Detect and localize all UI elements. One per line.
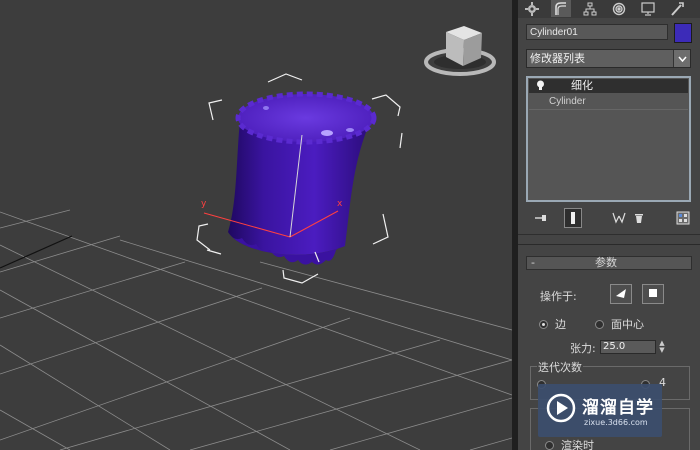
stack-toolbar (528, 208, 694, 228)
stack-item-label: 细化 (571, 79, 593, 92)
show-end-result-icon[interactable] (564, 208, 582, 228)
stack-item-label: Cylinder (549, 96, 586, 107)
object-color-swatch[interactable] (674, 23, 692, 43)
axis-y-label: y (201, 199, 207, 209)
create-icon[interactable] (522, 0, 542, 17)
radio-edge[interactable] (539, 320, 548, 329)
watermark: 溜溜自学 zixue.3d66.com (538, 384, 662, 437)
perspective-viewport[interactable]: y x (0, 0, 512, 450)
object-name-field[interactable]: Cylinder01 (526, 24, 668, 40)
radio-face-center[interactable] (595, 320, 604, 329)
rollout-title: 参数 (595, 256, 617, 269)
lightbulb-icon[interactable] (536, 80, 545, 94)
cylinder-object (228, 91, 377, 265)
remove-modifier-icon[interactable] (630, 208, 648, 228)
square-icon (648, 288, 658, 301)
operate-on-edge-button[interactable] (610, 284, 632, 304)
render-time-label: 渲染时 (561, 439, 594, 450)
watermark-logo-icon (546, 393, 576, 426)
viewport-scene: y x (0, 26, 512, 450)
tension-label: 张力: (570, 342, 596, 355)
iterations-label: 迭代次数 (537, 359, 583, 375)
panel-separator (518, 244, 700, 245)
tension-spinner-arrows[interactable]: ▲ ▼ (657, 340, 667, 354)
panel-separator (518, 234, 700, 235)
radio-render-time[interactable] (545, 441, 554, 450)
command-panel: Cylinder01 修改器列表 细化 Cylinder - 参数 操作于: 边… (518, 0, 700, 450)
display-icon[interactable] (638, 0, 658, 17)
command-panel-tabs (518, 0, 700, 18)
grid-axis-line (0, 235, 73, 269)
viewcube-icon (424, 26, 496, 76)
hierarchy-icon[interactable] (580, 0, 600, 17)
utilities-icon[interactable] (667, 0, 687, 17)
parameters-rollout-header[interactable]: - 参数 (526, 256, 692, 270)
chevron-down-icon[interactable] (673, 50, 690, 67)
radio-face-center-label: 面中心 (611, 318, 644, 331)
axis-x-label: x (337, 199, 343, 209)
tension-input[interactable]: 25.0 (600, 340, 656, 354)
motion-icon[interactable] (609, 0, 629, 17)
rollout-collapse-label: - (531, 256, 535, 269)
stack-item-tessellate[interactable]: 细化 (529, 79, 688, 93)
watermark-brand: 溜溜自学 (582, 398, 654, 418)
operate-on-polygon-button[interactable] (642, 284, 664, 304)
configure-modifier-sets-icon[interactable] (674, 208, 692, 228)
radio-edge-label: 边 (555, 318, 566, 331)
modifier-list-label: 修改器列表 (530, 52, 585, 65)
operate-on-label: 操作于: (540, 290, 577, 303)
modifier-stack[interactable]: 细化 Cylinder (526, 76, 691, 202)
watermark-url: zixue.3d66.com (584, 418, 648, 427)
stack-item-cylinder[interactable]: Cylinder (529, 94, 688, 110)
triangle-icon (615, 287, 627, 302)
make-unique-icon[interactable] (610, 208, 628, 228)
pin-stack-icon[interactable] (532, 208, 550, 228)
modify-icon[interactable] (551, 0, 571, 17)
modifier-list-dropdown[interactable]: 修改器列表 (526, 49, 691, 68)
